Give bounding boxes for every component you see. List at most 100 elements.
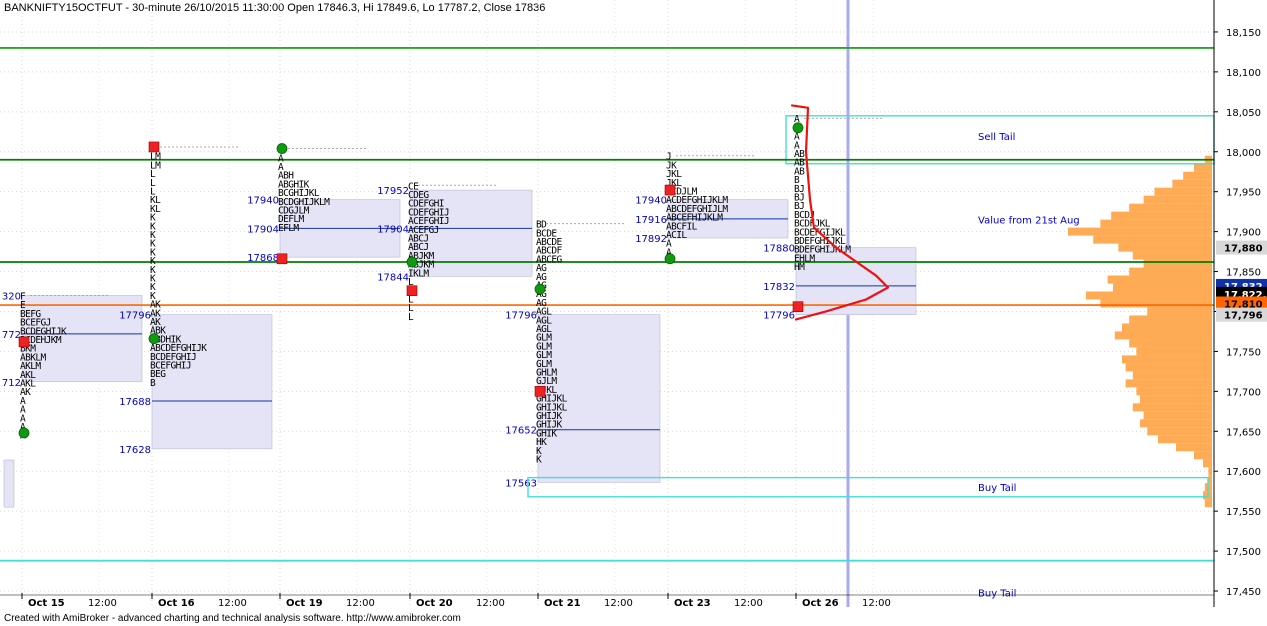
va-level-label: 17952 xyxy=(377,186,409,197)
price-label: 17,880 xyxy=(1224,244,1263,255)
x-noon-label: 12:00 xyxy=(734,598,763,609)
va-level-label: 17904 xyxy=(377,224,409,235)
y-tick-label: 17,550 xyxy=(1226,507,1261,518)
y-tick-label: 17,900 xyxy=(1226,228,1261,239)
va-level-label: 17940 xyxy=(635,196,667,207)
y-tick-label: 17,650 xyxy=(1226,427,1261,438)
volume-profile-bar xyxy=(1176,443,1212,452)
volume-profile-bar xyxy=(1143,259,1212,268)
tpo-row: HM xyxy=(794,262,805,273)
open-marker xyxy=(276,143,288,154)
annotation-label: Value from 21st Aug xyxy=(978,216,1080,227)
volume-profile-bar xyxy=(1068,227,1212,236)
va-level-label: 17904 xyxy=(247,224,279,235)
va-level-label: 17880 xyxy=(763,244,795,255)
volume-profile-bar xyxy=(1118,243,1212,252)
volume-profile-bar xyxy=(1158,435,1212,444)
volume-profile-bar xyxy=(1125,363,1212,372)
close-marker xyxy=(148,141,160,153)
open-marker xyxy=(534,283,546,295)
volume-profile-bar xyxy=(1147,427,1212,436)
volume-profile-bar xyxy=(1129,339,1212,348)
x-day-label: Oct 20 xyxy=(416,598,453,609)
value-area-box xyxy=(3,459,15,508)
va-level-label: 17796 xyxy=(505,311,537,322)
x-day-label: Oct 19 xyxy=(286,598,323,609)
volume-profile-bar xyxy=(1208,475,1212,484)
x-day-label: Oct 21 xyxy=(544,598,581,609)
va-level-label: 17796 xyxy=(763,311,795,322)
va-level-label: 712 xyxy=(2,378,21,389)
x-day-label: Oct 16 xyxy=(158,598,195,609)
y-tick-label: 18,050 xyxy=(1226,108,1261,119)
va-level-label: 17628 xyxy=(119,445,151,456)
x-day-label: Oct 23 xyxy=(674,598,711,609)
volume-profile-bar xyxy=(1129,267,1212,276)
va-level-label: 17688 xyxy=(119,397,151,408)
market-profile-chart: 3207727121779617688176281794017904178681… xyxy=(0,0,1267,609)
x-noon-label: 12:00 xyxy=(604,598,633,609)
volume-profile-bar xyxy=(1194,451,1212,460)
volume-profile-bar xyxy=(1100,219,1212,228)
volume-profile-bar xyxy=(1147,307,1212,316)
tpo-row: K xyxy=(536,455,542,466)
va-level-label: 17940 xyxy=(247,196,279,207)
x-noon-label: 12:00 xyxy=(88,598,117,609)
volume-profile-bar xyxy=(1122,355,1212,364)
x-noon-label: 12:00 xyxy=(218,598,247,609)
x-noon-label: 12:00 xyxy=(862,598,891,609)
va-level-label: 17832 xyxy=(763,282,795,293)
volume-profile-bar xyxy=(1203,459,1212,468)
y-tick-label: 17,750 xyxy=(1226,347,1261,358)
y-tick-label: 17,700 xyxy=(1226,387,1261,398)
va-level-label: 17916 xyxy=(635,215,667,226)
volume-profile-bar xyxy=(1114,331,1212,340)
close-marker xyxy=(792,301,804,312)
annotation-label: Sell Tail xyxy=(978,132,1015,143)
va-level-label: 320 xyxy=(2,292,21,303)
va-level-label: 17652 xyxy=(505,426,537,437)
close-marker xyxy=(534,386,546,397)
price-label: 17,796 xyxy=(1224,311,1263,322)
y-tick-label: 17,600 xyxy=(1226,467,1261,478)
volume-profile-bar xyxy=(1140,419,1212,428)
volume-profile-bar xyxy=(1107,275,1212,284)
y-tick-label: 17,450 xyxy=(1226,587,1261,598)
volume-profile-bar xyxy=(1086,291,1212,300)
close-marker xyxy=(664,184,676,196)
va-level-label: 17892 xyxy=(635,234,667,245)
volume-profile-bar xyxy=(1111,211,1212,220)
volume-profile-bar xyxy=(1154,187,1212,196)
y-tick-label: 17,950 xyxy=(1226,188,1261,199)
volume-profile-bar xyxy=(1143,195,1212,204)
tpo-row: EFLM xyxy=(278,223,299,234)
x-day-label: Oct 15 xyxy=(28,598,65,609)
open-marker xyxy=(792,122,804,134)
volume-profile-bar xyxy=(1183,171,1212,180)
volume-profile-bar xyxy=(1208,467,1212,476)
open-marker xyxy=(18,427,30,439)
y-tick-label: 18,100 xyxy=(1226,68,1261,79)
volume-profile-bar xyxy=(1132,371,1212,380)
volume-profile-bar xyxy=(1194,163,1212,172)
x-noon-label: 12:00 xyxy=(346,598,375,609)
open-marker xyxy=(664,253,676,265)
x-noon-label: 12:00 xyxy=(476,598,505,609)
va-level-label: 17796 xyxy=(119,311,151,322)
volume-profile-bar xyxy=(1113,283,1212,292)
y-tick-label: 17,850 xyxy=(1226,268,1261,279)
volume-profile-bar xyxy=(1140,395,1212,404)
open-marker xyxy=(148,333,160,345)
volume-profile-bar xyxy=(1093,235,1212,244)
y-tick-label: 18,150 xyxy=(1226,28,1261,39)
volume-profile-bar xyxy=(1204,499,1212,508)
tpo-row: L xyxy=(408,312,414,323)
annotation-label: Buy Tail xyxy=(978,589,1016,600)
volume-profile-bar xyxy=(1132,251,1212,260)
volume-profile-bar xyxy=(1129,203,1212,212)
volume-profile-bar xyxy=(1132,403,1212,412)
volume-profile-bar xyxy=(1136,387,1212,396)
va-level-label: 17563 xyxy=(505,478,537,489)
volume-profile-bar xyxy=(1125,379,1212,388)
open-marker xyxy=(406,256,418,268)
